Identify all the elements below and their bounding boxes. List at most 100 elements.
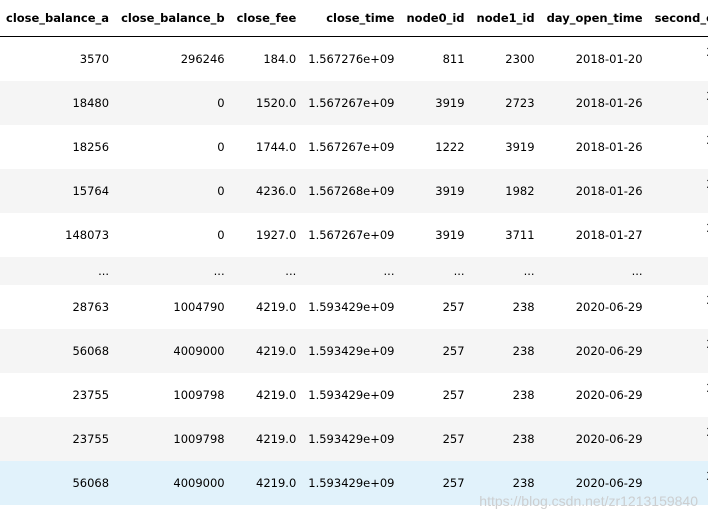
table-cell: 1.567268e+09 [302,169,401,213]
table-cell-datetime: 2018-01-2604:40:16 [648,125,708,169]
table-cell: 1982 [470,169,541,213]
table-cell: 4219.0 [230,329,303,373]
column-header[interactable]: second_open_time [648,0,708,37]
table-cell: 4219.0 [230,285,303,329]
column-header[interactable]: close_balance_b [115,0,231,37]
table-row[interactable]: 56068 4009000 4219.0 1.593429e+09 257 238 2020… [0,461,708,505]
table-cell: 3919 [400,81,471,125]
table-cell: 257 [400,285,471,329]
table-cell: 4219.0 [230,461,303,505]
table-row[interactable]: 3570 296246 184.0 1.567276e+09 811 2300 2018-0… [0,36,708,81]
cell-date: 2018-01-26 [655,177,708,191]
dataframe-view: close_balance_a close_balance_b close_fe… [0,0,708,515]
table-cell: 238 [470,461,541,505]
table-cell: 2018-01-20 [540,36,649,81]
column-header[interactable]: day_open_time [540,0,649,37]
table-row[interactable]: 18480 0 1520.0 1.567267e+09 3919 2723 2018-01-… [0,81,708,125]
table-cell: 3919 [400,169,471,213]
table-cell: 0 [115,213,231,257]
table-cell: 811 [400,36,471,81]
table-cell: 148073 [0,213,116,257]
table-cell: 3919 [400,213,471,257]
table-cell-datetime: ... [648,257,708,285]
table-cell-datetime: 2020-06-2904:54:47 [648,461,708,505]
table-cell: 1009798 [115,373,231,417]
cell-time: 03:37:31 [655,307,708,321]
table-row[interactable]: 23755 1009798 4219.0 1.593429e+09 257 238 2020… [0,373,708,417]
column-header[interactable]: close_time [302,0,401,37]
table-cell: 0 [115,81,231,125]
cell-date: 2020-06-29 [655,293,708,307]
table-cell-datetime: 2018-01-2700:16:47 [648,213,708,257]
table-row[interactable]: 28763 1004790 4219.0 1.593429e+09 257 238 2020… [0,285,708,329]
table-row[interactable]: ........................ [0,257,708,285]
column-header[interactable]: close_fee [230,0,303,37]
table-cell: ... [230,257,303,285]
table-cell: 0 [115,125,231,169]
table-cell: 1004790 [115,285,231,329]
table-cell: 3711 [470,213,541,257]
table-cell: 18480 [0,81,116,125]
cell-date: 2018-01-26 [655,89,708,103]
table-cell: 238 [470,373,541,417]
table-cell: 23755 [0,417,116,461]
cell-time: 02:56:55 [655,103,708,117]
table-cell-datetime: 2018-01-2602:56:55 [648,81,708,125]
cell-date: 2020-06-29 [655,381,708,395]
table-cell-datetime: 2018-01-2017:43:37 [648,36,708,81]
table-cell: 2018-01-26 [540,125,649,169]
table-cell-datetime: 2020-06-2903:37:31 [648,285,708,329]
table-row[interactable]: 148073 0 1927.0 1.567267e+09 3919 3711 2018-01… [0,213,708,257]
table-cell: 28763 [0,285,116,329]
cell-time: 04:34:25 [655,395,708,409]
table-body: 3570 296246 184.0 1.567276e+09 811 2300 2018-0… [0,36,708,505]
table-cell: 15764 [0,169,116,213]
table-cell: 1.593429e+09 [302,329,401,373]
column-header[interactable]: node1_id [470,0,541,37]
table-cell: 1744.0 [230,125,303,169]
table-cell: 296246 [115,36,231,81]
table-row[interactable]: 15764 0 4236.0 1.567268e+09 3919 1982 2018-01-… [0,169,708,213]
table-row[interactable]: 18256 0 1744.0 1.567267e+09 1222 3919 2018-01-… [0,125,708,169]
cell-date: ... [655,264,708,278]
table-row[interactable]: 56068 4009000 4219.0 1.593429e+09 257 238 2020… [0,329,708,373]
table-cell: 1222 [400,125,471,169]
cell-time: 03:37:31 [655,351,708,365]
column-header[interactable]: close_balance_a [0,0,116,37]
dataframe-table: close_balance_a close_balance_b close_fe… [0,0,708,505]
cell-date: 2018-01-27 [655,221,708,235]
table-cell: 1.593429e+09 [302,417,401,461]
table-cell: ... [115,257,231,285]
table-cell: 1.567267e+09 [302,125,401,169]
table-cell: 3570 [0,36,116,81]
table-cell: 2018-01-27 [540,213,649,257]
column-header[interactable]: node0_id [400,0,471,37]
table-cell: 1009798 [115,417,231,461]
cell-time: 04:40:16 [655,147,708,161]
table-cell: 4009000 [115,461,231,505]
table-row[interactable]: 23755 1009798 4219.0 1.593429e+09 257 238 2020… [0,417,708,461]
table-cell: 257 [400,417,471,461]
table-cell: ... [0,257,116,285]
table-cell: 18256 [0,125,116,169]
table-cell: 257 [400,373,471,417]
table-cell: 2020-06-29 [540,373,649,417]
table-cell: 2020-06-29 [540,461,649,505]
table-cell: 238 [470,417,541,461]
table-cell-datetime: 2020-06-2904:34:25 [648,373,708,417]
table-cell: 1.567276e+09 [302,36,401,81]
table-cell: 4236.0 [230,169,303,213]
table-cell-datetime: 2020-06-2903:37:31 [648,329,708,373]
cell-date: 2018-01-20 [655,45,708,59]
table-cell: 2020-06-29 [540,329,649,373]
table-cell: 4219.0 [230,373,303,417]
cell-time: 08:53:30 [655,191,708,205]
table-cell: 4219.0 [230,417,303,461]
header-row: close_balance_a close_balance_b close_fe… [0,0,708,37]
table-cell: 1.567267e+09 [302,213,401,257]
table-cell: 184.0 [230,36,303,81]
table-cell: 23755 [0,373,116,417]
table-cell: 3919 [470,125,541,169]
table-cell: 56068 [0,461,116,505]
table-cell: 238 [470,285,541,329]
